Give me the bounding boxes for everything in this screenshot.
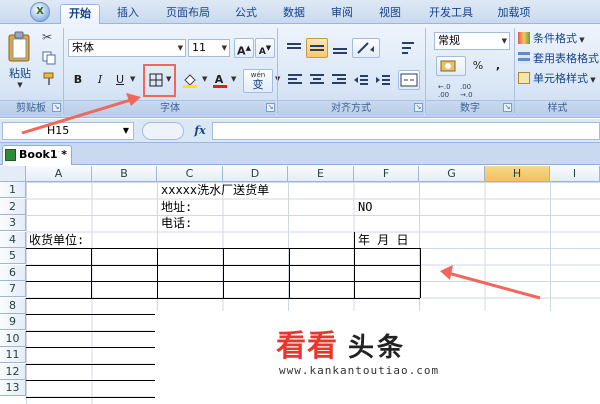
arrow-to-borders-icon bbox=[21, 93, 141, 135]
arrow-to-table-icon bbox=[440, 265, 541, 300]
excel-window: X 开始 插入 页面布局 公式 数据 审阅 视图 开发工具 加载项 粘贴 ▼ ✂… bbox=[0, 0, 600, 404]
annotation-arrows bbox=[21, 93, 541, 300]
